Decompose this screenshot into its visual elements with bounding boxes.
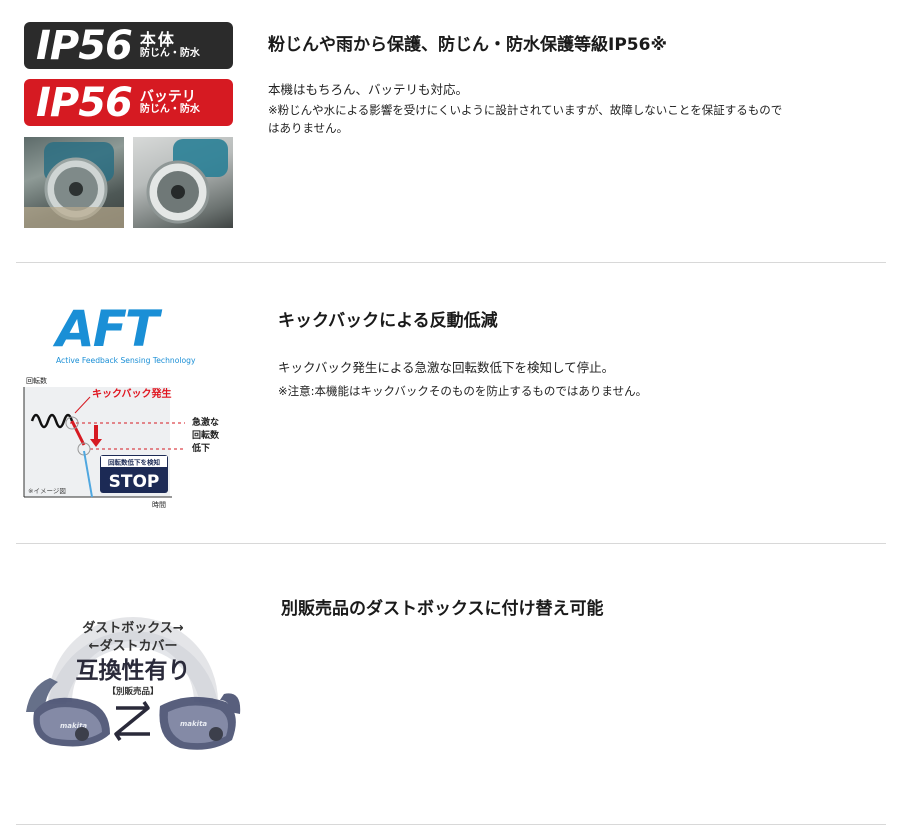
- drop-label-3: 低下: [191, 442, 210, 454]
- aft-note: ※注意:本機能はキックバックそのものを防止するものではありません。: [278, 384, 648, 398]
- drop-label-2: 回転数: [192, 429, 220, 441]
- diagram-x-axis-label: 時間: [152, 501, 166, 509]
- aft-description: キックバック発生による急激な回転数低下を検知して停止。: [278, 360, 615, 375]
- ip56-part: 本体: [139, 29, 176, 49]
- aft-title: キックバックによる反動低減: [278, 311, 498, 331]
- compat-label: 互換性有り: [76, 657, 191, 684]
- ip56-section: IP56 本体 防じん・防水 IP56 バッテリ 防じん・防水 粉じんや雨から保: [0, 0, 900, 262]
- drop-label-1: 急激な: [192, 416, 219, 428]
- ip56-description: 本機はもちろん、バッテリも対応。: [268, 82, 469, 97]
- stop-label: STOP: [109, 472, 160, 492]
- dustbox-illustration: ダストボックス→ ←ダストカバー 互換性有り 【別販売品】 makita mak…: [26, 617, 241, 750]
- saw-rain-photo-left: [24, 137, 124, 228]
- aft-logo-subtitle: Active Feedback Sensing Technology: [56, 356, 196, 365]
- ip56-code: IP56: [36, 79, 133, 126]
- kickback-label: キックバック発生: [92, 387, 172, 400]
- diagram-y-axis-label: 回転数: [26, 376, 47, 385]
- ip56-body-badge: IP56 本体 防じん・防水: [24, 22, 233, 69]
- dustbox-title: 別販売品のダストボックスに付け替え可能: [281, 599, 604, 619]
- ip56-note-line1: ※粉じんや水による影響を受けにくいように設計されていますが、故障しないことを保証…: [268, 103, 783, 117]
- ip56-sub: 防じん・防水: [139, 103, 200, 115]
- kickback-diagram: 回転数 時間 キックバック発生 急激な 回転数 低下 回転数低下を検知 STOP…: [23, 376, 220, 509]
- detect-label: 回転数低下を検知: [108, 458, 161, 467]
- brand-label-right: makita: [180, 720, 207, 728]
- ip56-title: 粉じんや雨から保護、防じん・防水保護等級IP56※: [268, 35, 667, 55]
- arc-line2: ←ダストカバー: [89, 638, 178, 654]
- dustbox-section: ダストボックス→ ←ダストカバー 互換性有り 【別販売品】 makita mak…: [0, 544, 900, 824]
- saw-rain-photo-right: [133, 137, 233, 228]
- arc-line1: ダストボックス→: [82, 620, 184, 636]
- aft-logo: AFT Active Feedback Sensing Technology: [52, 300, 196, 365]
- ip56-code: IP56: [36, 22, 133, 69]
- aft-logo-text: AFT: [52, 300, 163, 358]
- ip56-note-line2: はありません。: [268, 121, 349, 135]
- section-divider: [16, 824, 886, 825]
- ip56-sub: 防じん・防水: [139, 47, 200, 59]
- dust-cover-product: makita: [159, 693, 241, 750]
- ip56-part: バッテリ: [139, 88, 196, 105]
- sold-separately-label: 【別販売品】: [107, 686, 158, 697]
- ip56-battery-badge: IP56 バッテリ 防じん・防水: [24, 79, 233, 126]
- swap-arrows-icon: [114, 701, 150, 741]
- image-note: ※イメージ図: [28, 487, 66, 495]
- aft-section: AFT Active Feedback Sensing Technology 回…: [0, 263, 900, 543]
